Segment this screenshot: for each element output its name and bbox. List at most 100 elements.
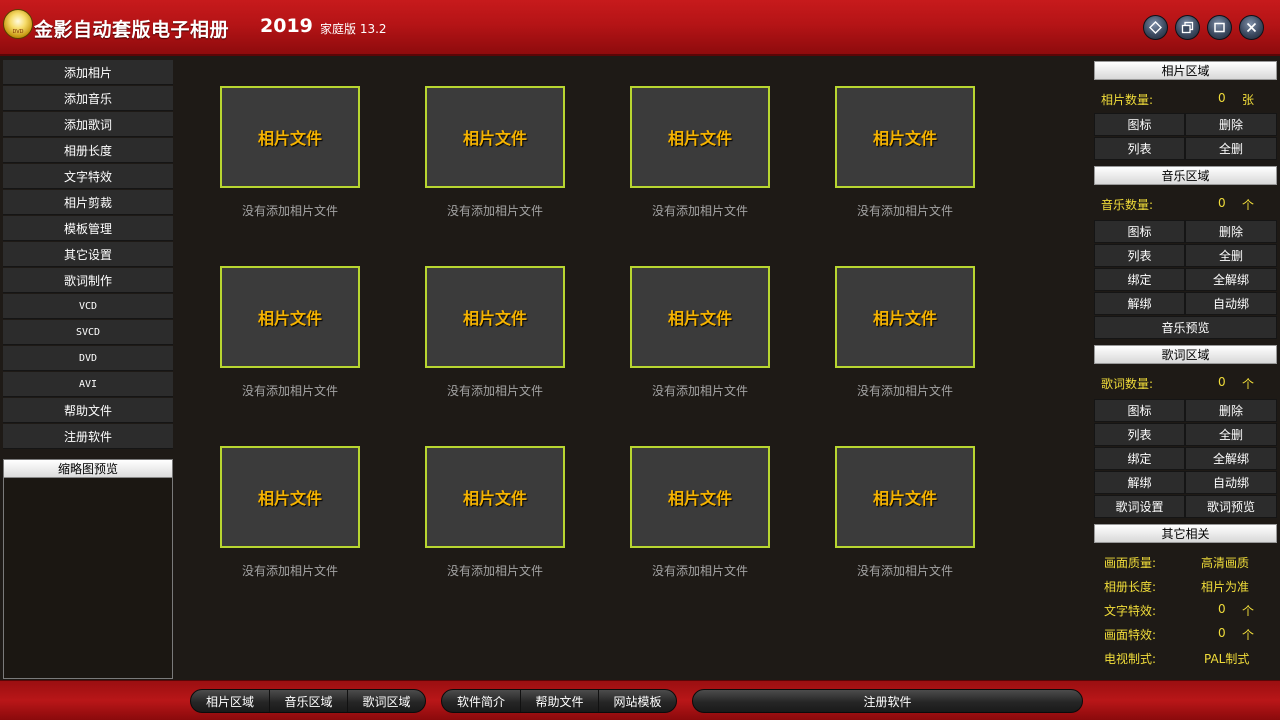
music-icon-view-button[interactable]: 图标 — [1094, 220, 1185, 243]
scene-fx-unit: 个 — [1242, 628, 1255, 642]
photo-delete-all-button[interactable]: 全删 — [1185, 137, 1277, 160]
photo-slot-title: 相片文件 — [667, 129, 732, 148]
photo-slot[interactable]: 相片文件 — [835, 266, 975, 368]
music-list-view-button[interactable]: 列表 — [1094, 244, 1185, 267]
menu-svcd[interactable]: SVCD — [3, 320, 173, 345]
photo-slot-title: 相片文件 — [257, 129, 322, 148]
maximize-button[interactable] — [1207, 15, 1232, 40]
area-tabs-group: 相片区域 音乐区域 歌词区域 — [190, 689, 426, 713]
quality-label: 画面质量: — [1104, 556, 1157, 570]
skin-button[interactable] — [1143, 15, 1168, 40]
text-fx-label: 文字特效: — [1104, 604, 1157, 618]
bottom-lyrics-area-button[interactable]: 歌词区域 — [348, 690, 425, 712]
menu-register[interactable]: 注册软件 — [3, 424, 173, 449]
bottom-register-button[interactable]: 注册软件 — [693, 690, 1082, 712]
bottom-web-templates-button[interactable]: 网站模板 — [599, 690, 676, 712]
lyrics-list-view-button[interactable]: 列表 — [1094, 423, 1185, 446]
menu-dvd[interactable]: DVD — [3, 346, 173, 371]
photo-slot[interactable]: 相片文件 — [835, 86, 975, 188]
menu-vcd[interactable]: VCD — [3, 294, 173, 319]
lyrics-auto-bind-button[interactable]: 自动绑 — [1185, 471, 1277, 494]
photo-slot[interactable]: 相片文件 — [220, 266, 360, 368]
music-count-value: 0 — [1218, 196, 1226, 210]
photo-list-view-button[interactable]: 列表 — [1094, 137, 1185, 160]
photo-slot-caption: 没有添加相片文件 — [651, 384, 748, 398]
lyrics-preview-button[interactable]: 歌词预览 — [1185, 495, 1277, 518]
photo-icon-view-button[interactable]: 图标 — [1094, 113, 1185, 136]
music-delete-all-button[interactable]: 全删 — [1185, 244, 1277, 267]
photo-slot[interactable]: 相片文件 — [630, 446, 770, 548]
bottom-photo-area-button[interactable]: 相片区域 — [191, 690, 270, 712]
photo-slot[interactable]: 相片文件 — [630, 266, 770, 368]
photo-slot-title: 相片文件 — [872, 489, 937, 508]
close-button[interactable] — [1239, 15, 1264, 40]
music-count-unit: 个 — [1242, 198, 1255, 212]
photo-slot-caption: 没有添加相片文件 — [856, 204, 953, 218]
info-tabs-group: 软件简介 帮助文件 网站模板 — [441, 689, 677, 713]
photo-slot-title: 相片文件 — [872, 309, 937, 328]
menu-add-photos[interactable]: 添加相片 — [3, 60, 173, 85]
photo-slot[interactable]: 相片文件 — [425, 446, 565, 548]
menu-lyrics-maker[interactable]: 歌词制作 — [3, 268, 173, 293]
menu-avi[interactable]: AVI — [3, 372, 173, 397]
lyrics-unbind-button[interactable]: 解绑 — [1094, 471, 1185, 494]
photo-slot-title: 相片文件 — [257, 309, 322, 328]
photo-slot-caption: 没有添加相片文件 — [446, 564, 543, 578]
restore-button[interactable] — [1175, 15, 1200, 40]
menu-other-settings[interactable]: 其它设置 — [3, 242, 173, 267]
photo-slot[interactable]: 相片文件 — [630, 86, 770, 188]
photo-slot-title: 相片文件 — [667, 489, 732, 508]
lyrics-unbind-all-button[interactable]: 全解绑 — [1185, 447, 1277, 470]
length-row: 相册长度: 相片为准 — [1094, 578, 1277, 598]
photo-slot-title: 相片文件 — [462, 129, 527, 148]
photo-slot[interactable]: 相片文件 — [835, 446, 975, 548]
music-auto-bind-button[interactable]: 自动绑 — [1185, 292, 1277, 315]
music-unbind-all-button[interactable]: 全解绑 — [1185, 268, 1277, 291]
app-year: 2019 — [260, 15, 313, 37]
photo-count-label: 相片数量: — [1101, 93, 1154, 107]
tv-standard-value[interactable]: PAL制式 — [1204, 650, 1249, 667]
photo-slot[interactable]: 相片文件 — [425, 266, 565, 368]
skin-icon — [1149, 21, 1162, 34]
right-panel: 相片区域 相片数量: 0 张 图标 删除 列表 全删 音乐区域 音乐数量: 0 … — [1093, 60, 1278, 678]
lyrics-bind-button[interactable]: 绑定 — [1094, 447, 1185, 470]
lyrics-settings-button[interactable]: 歌词设置 — [1094, 495, 1185, 518]
menu-album-length[interactable]: 相册长度 — [3, 138, 173, 163]
close-icon — [1246, 22, 1257, 33]
app-edition: 家庭版 13.2 — [320, 22, 387, 36]
photo-slot[interactable]: 相片文件 — [220, 86, 360, 188]
bottom-music-area-button[interactable]: 音乐区域 — [270, 690, 348, 712]
bottom-help-file-button[interactable]: 帮助文件 — [521, 690, 599, 712]
menu-add-music[interactable]: 添加音乐 — [3, 86, 173, 111]
photo-slot-title: 相片文件 — [462, 489, 527, 508]
photo-slot-caption: 没有添加相片文件 — [241, 384, 338, 398]
photo-slot-caption: 没有添加相片文件 — [856, 384, 953, 398]
bottom-software-intro-button[interactable]: 软件简介 — [442, 690, 521, 712]
music-bind-button[interactable]: 绑定 — [1094, 268, 1185, 291]
scene-fx-row: 画面特效: 0 个 — [1094, 626, 1277, 646]
photo-delete-button[interactable]: 删除 — [1185, 113, 1277, 136]
photo-slot[interactable]: 相片文件 — [425, 86, 565, 188]
music-delete-button[interactable]: 删除 — [1185, 220, 1277, 243]
menu-help-file[interactable]: 帮助文件 — [3, 398, 173, 423]
length-value[interactable]: 相片为准 — [1201, 578, 1249, 595]
quality-value[interactable]: 高清画质 — [1201, 554, 1249, 571]
photo-slot-caption: 没有添加相片文件 — [651, 204, 748, 218]
lyrics-icon-view-button[interactable]: 图标 — [1094, 399, 1185, 422]
photo-slot[interactable]: 相片文件 — [220, 446, 360, 548]
restore-icon — [1181, 21, 1194, 34]
music-unbind-button[interactable]: 解绑 — [1094, 292, 1185, 315]
tv-standard-label: 电视制式: — [1104, 652, 1157, 666]
text-fx-row: 文字特效: 0 个 — [1094, 602, 1277, 622]
lyrics-delete-all-button[interactable]: 全删 — [1185, 423, 1277, 446]
lyrics-delete-button[interactable]: 删除 — [1185, 399, 1277, 422]
menu-text-effects[interactable]: 文字特效 — [3, 164, 173, 189]
photo-section-header: 相片区域 — [1094, 61, 1277, 80]
music-count-label: 音乐数量: — [1101, 198, 1154, 212]
menu-add-lyrics[interactable]: 添加歌词 — [3, 112, 173, 137]
menu-photo-crop[interactable]: 相片剪裁 — [3, 190, 173, 215]
photo-count-value: 0 — [1218, 91, 1226, 105]
music-preview-button[interactable]: 音乐预览 — [1094, 316, 1277, 339]
thumbnail-preview-header: 缩略图预览 — [4, 460, 172, 478]
menu-template-manager[interactable]: 模板管理 — [3, 216, 173, 241]
